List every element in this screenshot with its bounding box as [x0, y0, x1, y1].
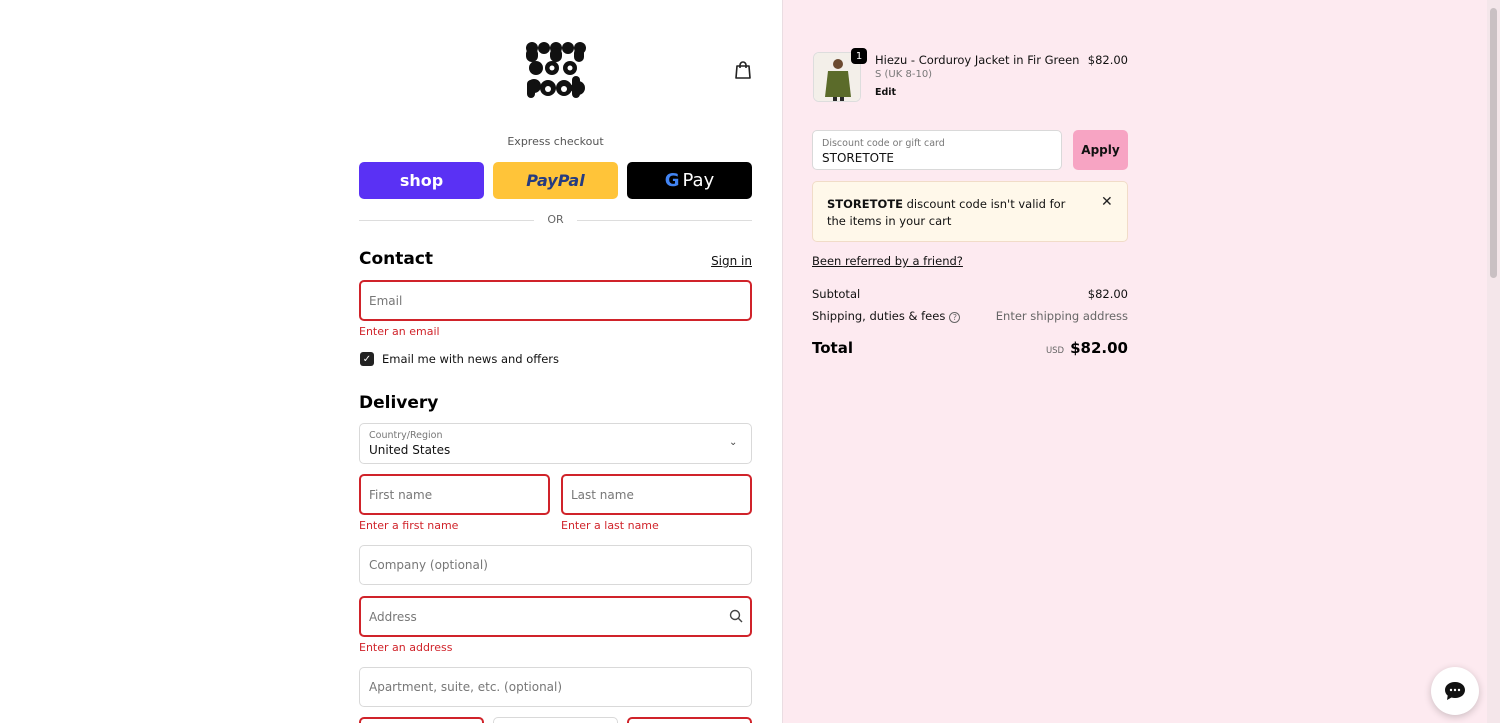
address-placeholder: Address [369, 609, 417, 624]
state-field[interactable] [493, 717, 618, 723]
quantity-badge: 1 [851, 48, 867, 64]
news-checkbox-label: Email me with news and offers [382, 352, 560, 366]
apply-button[interactable]: Apply [1073, 130, 1128, 170]
sign-in-link[interactable]: Sign in [700, 254, 752, 268]
shop-pay-button[interactable]: shop [359, 162, 484, 199]
last-name-field[interactable]: Last name [561, 474, 752, 515]
subtotal-value: $82.00 [1087, 287, 1128, 301]
total-label: Total [812, 339, 853, 357]
apartment-field[interactable]: Apartment, suite, etc. (optional) [359, 667, 752, 707]
close-icon[interactable]: ✕ [1101, 194, 1113, 210]
chat-button[interactable] [1431, 667, 1479, 715]
or-divider: OR [359, 212, 752, 228]
first-name-placeholder: First name [369, 487, 433, 502]
zip-field[interactable] [627, 717, 752, 723]
company-placeholder: Company (optional) [369, 558, 488, 572]
country-select-value: United States [369, 443, 451, 457]
first-name-field[interactable]: First name [359, 474, 550, 515]
apartment-placeholder: Apartment, suite, etc. (optional) [369, 680, 563, 694]
total-value-row: USD $82.00 [990, 338, 1128, 357]
subtotal-label: Subtotal [812, 287, 861, 301]
express-checkout-label: Express checkout [507, 135, 604, 148]
contact-heading: Contact [359, 249, 434, 269]
email-field[interactable]: Email [359, 280, 752, 321]
delivery-heading: Delivery [359, 393, 439, 413]
alert-code: STORETOTE [827, 197, 903, 211]
address-field[interactable]: Address [359, 596, 752, 637]
shipping-value: Enter shipping address [995, 309, 1128, 323]
paypal-button[interactable]: PayPal [493, 162, 618, 199]
news-checkbox[interactable]: ✓ [360, 352, 374, 366]
referral-link[interactable]: Been referred by a friend? [812, 254, 963, 268]
google-g-icon: G [664, 170, 680, 191]
search-icon [729, 609, 743, 623]
shipping-label: Shipping, duties & fees [812, 309, 946, 323]
item-title: Hiezu - Corduroy Jacket in Fir Green [875, 53, 1080, 67]
item-variant: S (UK 8-10) [875, 69, 933, 80]
discount-code-input[interactable]: Discount code or gift card STORETOTE [812, 130, 1062, 170]
last-name-placeholder: Last name [571, 487, 634, 502]
edit-item-link[interactable]: Edit [875, 87, 896, 98]
total-value: $82.00 [1070, 339, 1128, 357]
city-field[interactable] [359, 717, 484, 723]
help-icon[interactable]: ? [949, 312, 961, 323]
discount-label: Discount code or gift card [822, 138, 945, 149]
first-name-error: Enter a first name [359, 519, 459, 532]
scrollbar-thumb[interactable] [1490, 8, 1497, 278]
alert-message: STORETOTE discount code isn't valid for … [827, 196, 1087, 230]
country-select-label: Country/Region [369, 430, 443, 441]
last-name-error: Enter a last name [561, 519, 659, 532]
chevron-down-icon: ⌄ [729, 437, 738, 448]
brand-logo[interactable] [522, 36, 588, 102]
email-placeholder: Email [369, 293, 403, 308]
discount-error-alert: STORETOTE discount code isn't valid for … [812, 181, 1128, 242]
or-label: OR [547, 213, 564, 226]
chat-bubble-icon [1445, 682, 1465, 700]
total-currency: USD [1045, 346, 1065, 356]
email-error: Enter an email [359, 325, 440, 338]
company-field[interactable]: Company (optional) [359, 545, 752, 585]
discount-value: STORETOTE [822, 151, 894, 165]
address-error: Enter an address [359, 641, 453, 654]
order-summary-panel [782, 0, 1500, 723]
google-pay-button[interactable]: G Pay [627, 162, 752, 199]
shopping-bag-icon[interactable] [733, 60, 753, 80]
item-price: $82.00 [1087, 53, 1128, 67]
google-pay-label: Pay [682, 170, 715, 191]
shipping-label-row: Shipping, duties & fees? [812, 309, 961, 323]
